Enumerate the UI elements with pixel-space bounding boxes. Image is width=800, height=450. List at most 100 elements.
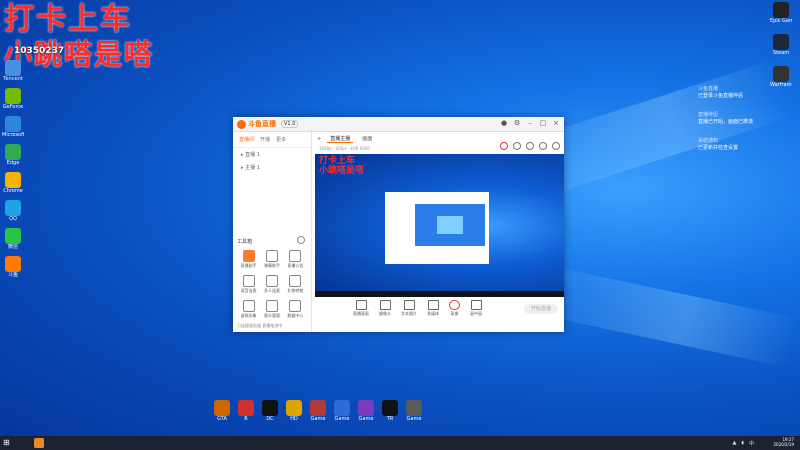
source-tool-button[interactable]: 录像 [449, 300, 460, 317]
toolbox-tool[interactable]: 礼物特效 [284, 275, 307, 294]
scene-tree-item[interactable]: ▸ 直播 1 [233, 148, 311, 161]
notification-body: 直播已开始，画面已推流 [698, 119, 754, 125]
desktop-shortcut[interactable]: DC [261, 400, 279, 422]
shortcut-label: TR [386, 416, 394, 422]
toolbox-tool[interactable]: 观众管理 [260, 300, 283, 319]
shortcut-label: GeForce [2, 104, 24, 110]
desktop-shortcut[interactable]: 微信 [2, 228, 24, 250]
preview-nested-window [385, 192, 489, 264]
system-tray: ▲ ◖ 中 [732, 440, 754, 447]
desktop-shortcut[interactable]: Game [309, 400, 327, 422]
volume-icon[interactable]: ◖ [741, 440, 744, 447]
preview-taskbar [315, 291, 564, 297]
share-icon[interactable] [552, 142, 560, 150]
status-footer: 已连接服务器 直播推流中 [237, 323, 283, 328]
toolbox-tool[interactable]: 直播助手 [237, 250, 260, 269]
toolbox-tool[interactable]: 直播公告 [284, 250, 307, 269]
settings-icon[interactable]: ⚙ [513, 119, 521, 127]
screenshot-icon[interactable] [526, 142, 534, 150]
notification-item[interactable]: 斗鱼直播 已登录斗鱼直播伴侣 [698, 86, 798, 100]
source-tool-button[interactable]: 画中画 [470, 300, 482, 317]
minimize-icon[interactable]: – [526, 119, 534, 127]
desktop-shortcut[interactable]: QQ [2, 200, 24, 222]
clock[interactable]: 19:27 2020/2/19 [773, 437, 794, 447]
main-tab[interactable]: 画面 [359, 135, 375, 143]
app-titlebar[interactable]: 斗鱼直播 V1.0 ● ⚙ – □ × [233, 117, 564, 132]
desktop-shortcut[interactable]: Chrome [2, 172, 24, 194]
left-tab[interactable]: 直播间 [239, 136, 254, 143]
version-badge[interactable]: V1.0 [281, 120, 299, 128]
ime-icon[interactable]: 中 [749, 440, 754, 447]
app-icon [773, 66, 789, 82]
notification-item[interactable]: 直播伴侣 直播已开始，画面已推流 [698, 112, 798, 126]
desktop-shortcut[interactable]: 斗鱼 [2, 256, 24, 278]
start-icon[interactable]: ⊞ [3, 439, 11, 447]
maximize-icon[interactable]: □ [539, 119, 547, 127]
app-icon [286, 400, 302, 416]
tool-label: 语音连麦 [240, 288, 257, 293]
left-tab[interactable]: 开播 [260, 136, 270, 143]
desktop-shortcut[interactable]: Microsoft [2, 116, 24, 138]
source-tool-button[interactable]: 多媒体 [427, 300, 439, 317]
shortcut-label: Microsoft [2, 132, 24, 138]
shortcut-label: DC [266, 416, 274, 422]
main-tab[interactable]: 直播主播 [327, 135, 354, 143]
layout-icon[interactable] [539, 142, 547, 150]
preview-overlay-text: 打卡上车 小跳嗒是嗒 [319, 156, 365, 176]
source-tool-label: 画中画 [470, 311, 482, 316]
source-toolbar: 直播画面 摄像头 文本图片 多媒体 录像 画中画 [353, 300, 482, 317]
desktop-shortcut[interactable]: Game [357, 400, 375, 422]
desktop-shortcut[interactable]: GTA [213, 400, 231, 422]
desktop-shortcut[interactable]: Game [333, 400, 351, 422]
taskbar-app-icon[interactable] [34, 438, 44, 448]
toolbox-tool[interactable]: 多人连麦 [260, 275, 283, 294]
notification-item[interactable]: 系统通知 已更新并检查设置 [698, 138, 798, 152]
toolbox-tool[interactable]: 弹幕助手 [260, 250, 283, 269]
source-tool-button[interactable]: 直播画面 [353, 300, 369, 317]
network-icon[interactable]: ▲ [732, 440, 736, 447]
desktop-shortcut[interactable]: Tencent [2, 60, 24, 82]
notification-header: 系统通知 [698, 138, 719, 144]
toolbox-tool[interactable]: 数据中心 [284, 300, 307, 319]
source-tool-icon [355, 300, 367, 310]
app-icon [5, 256, 21, 272]
desktop-shortcut[interactable]: Game [405, 400, 423, 422]
source-tool-button[interactable]: 摄像头 [379, 300, 391, 317]
tool-label: 虚拟形象 [240, 313, 257, 318]
desktop-shortcut[interactable]: Edge [2, 144, 24, 166]
tool-icon [242, 275, 255, 287]
desktop-shortcut[interactable]: Epic Games [770, 2, 792, 24]
source-tool-button[interactable]: 文本图片 [401, 300, 417, 317]
app-icon [5, 116, 21, 132]
stream-preview[interactable]: 打卡上车 小跳嗒是嗒 [315, 154, 564, 297]
desktop-shortcut[interactable]: Steam [770, 34, 792, 56]
avatar-icon[interactable]: ● [500, 119, 508, 127]
shortcut-label: Steam [772, 50, 790, 56]
source-tool-icon [449, 300, 460, 310]
desktop-shortcut[interactable]: GeForce [2, 88, 24, 110]
desktop-shortcut[interactable]: HD [285, 400, 303, 422]
go-live-button[interactable]: 开始直播 [524, 304, 558, 314]
toolbox-tool[interactable]: 语音连麦 [237, 275, 260, 294]
add-tab-icon[interactable]: + [317, 136, 321, 142]
camera-icon[interactable] [513, 142, 521, 150]
scene-tree-item[interactable]: ▸ 主播 1 [233, 161, 311, 174]
toolbox-tool[interactable]: 虚拟形象 [237, 300, 260, 319]
source-tool-label: 摄像头 [379, 311, 391, 316]
app-icon [310, 400, 326, 416]
desktop-shortcut[interactable]: TR [381, 400, 399, 422]
close-icon[interactable]: × [552, 119, 560, 127]
tool-icon [289, 300, 302, 312]
desktop-shortcut[interactable]: Warframe [770, 66, 792, 88]
tool-icon [289, 250, 302, 262]
left-pane-tabs: 直播间 开播 更多 [233, 132, 311, 148]
app-icon [5, 60, 21, 76]
app-icon [5, 172, 21, 188]
left-tab[interactable]: 更多 [276, 136, 286, 143]
main-pane: + 直播主播 画面 1080p · 60fps · 码率 6000 打卡上车 小跳嗒… [313, 132, 564, 332]
shortcut-label: Game [310, 416, 326, 422]
toolbox-settings-icon[interactable] [297, 236, 305, 244]
desktop-shortcut[interactable]: R [237, 400, 255, 422]
shortcut-label: 斗鱼 [7, 272, 18, 278]
record-icon[interactable] [500, 142, 508, 150]
